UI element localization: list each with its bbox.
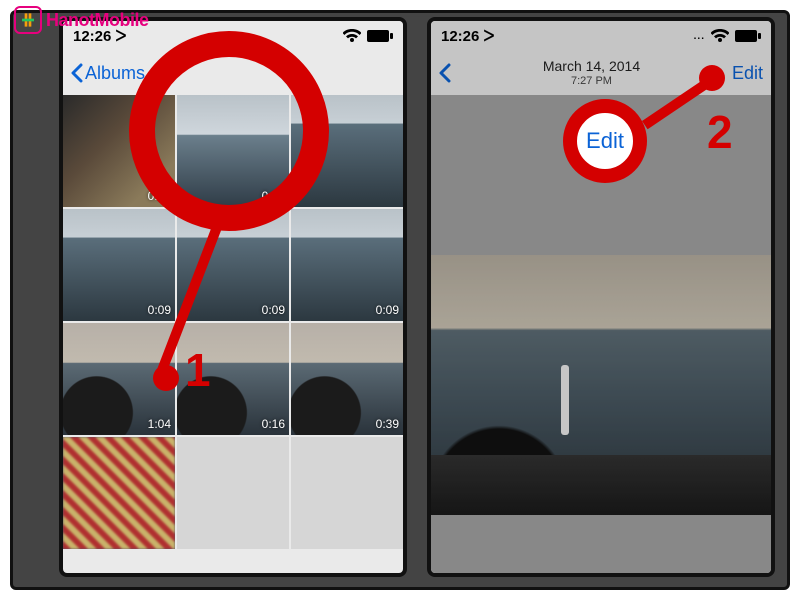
thumbnail-image (63, 437, 175, 549)
thumbnail-image (291, 437, 403, 549)
video-thumbnail[interactable]: 0:37 (63, 95, 175, 207)
video-duration: 0:09 (148, 303, 171, 317)
phone-right: 12:26 ᐳ ... March 14, 2014 7:27 PM Edit (427, 17, 775, 577)
video-thumbnail[interactable]: 0:09 (291, 209, 403, 321)
chevron-left-icon (71, 63, 83, 83)
preview-decoration (561, 365, 569, 435)
video-thumbnail-grid: 0:37 0:16 0:09 0:09 0:09 1:04 0:16 0:39 (63, 95, 403, 549)
video-thumbnail[interactable] (63, 437, 175, 549)
watermark-logo: HanotMobile (14, 6, 149, 34)
video-thumbnail[interactable]: 0:09 (63, 209, 175, 321)
cellular-icon: ... (694, 31, 705, 42)
nav-title: March 14, 2014 7:27 PM (451, 58, 732, 88)
video-duration: 1:04 (148, 417, 171, 431)
video-duration: 0:09 (376, 303, 399, 317)
preview-decoration (431, 455, 771, 515)
video-duration: 0:16 (262, 189, 285, 203)
battery-icon (367, 30, 393, 42)
photo-time: 7:27 PM (451, 75, 732, 88)
video-duration: 0:16 (262, 417, 285, 431)
logo-icon (14, 6, 42, 34)
edit-button[interactable]: Edit (732, 63, 763, 84)
edit-callout-bubble: Edit (571, 107, 639, 175)
nav-bar: Albums (63, 51, 403, 95)
video-preview[interactable] (431, 255, 771, 515)
status-time: 12:26 ᐳ (441, 27, 494, 45)
video-thumbnail[interactable]: 0:09 (177, 209, 289, 321)
empty-cell (291, 437, 403, 549)
back-button[interactable]: Albums (71, 63, 145, 84)
tutorial-frame: 12:26 ᐳ Albums 0:370:160:090:090:091:040… (10, 10, 790, 590)
empty-cell (177, 437, 289, 549)
battery-icon (735, 30, 761, 42)
status-bar: 12:26 ᐳ ... (431, 21, 771, 51)
chevron-left-icon (439, 63, 451, 83)
phone-left: 12:26 ᐳ Albums 0:370:160:090:090:091:040… (59, 17, 407, 577)
video-thumbnail[interactable]: 1:04 (63, 323, 175, 435)
status-icons (343, 29, 393, 43)
status-icons: ... (694, 29, 761, 43)
thumbnail-image (177, 437, 289, 549)
video-thumbnail[interactable] (291, 95, 403, 207)
nav-bar: March 14, 2014 7:27 PM Edit (431, 51, 771, 95)
video-thumbnail[interactable]: 0:39 (291, 323, 403, 435)
back-button[interactable] (439, 63, 451, 83)
logo-text: HanotMobile (46, 10, 149, 31)
edit-callout-label: Edit (586, 128, 624, 154)
back-label: Albums (85, 63, 145, 84)
video-thumbnail[interactable]: 0:16 (177, 323, 289, 435)
video-thumbnail[interactable]: 0:16 (177, 95, 289, 207)
video-duration: 0:39 (376, 417, 399, 431)
wifi-icon (711, 29, 729, 43)
video-duration: 0:37 (148, 189, 171, 203)
thumbnail-image (291, 95, 403, 207)
photo-date: March 14, 2014 (451, 58, 732, 75)
wifi-icon (343, 29, 361, 43)
video-duration: 0:09 (262, 303, 285, 317)
